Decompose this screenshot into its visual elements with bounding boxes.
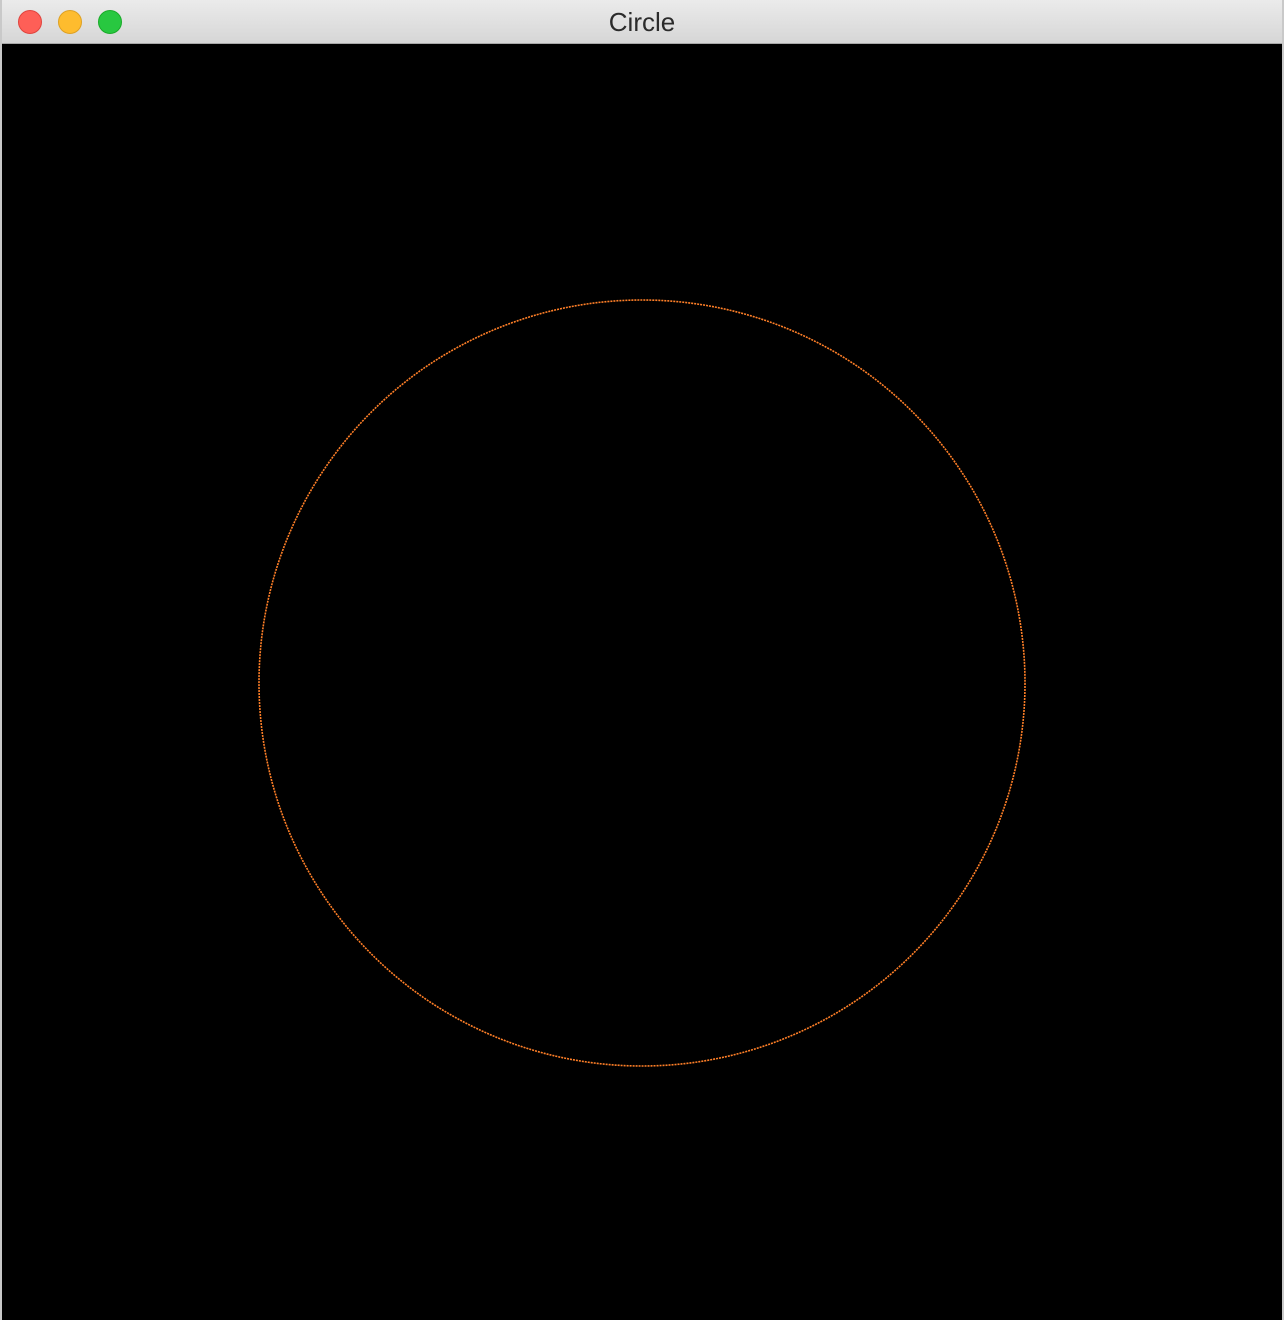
- app-window: Circle: [0, 0, 1284, 1320]
- canvas-svg: [258, 299, 1026, 1067]
- drawing-canvas: [2, 44, 1282, 1320]
- circle-outline: [258, 299, 1026, 1067]
- window-title: Circle: [608, 7, 676, 37]
- title-bar[interactable]: Circle: [2, 0, 1282, 44]
